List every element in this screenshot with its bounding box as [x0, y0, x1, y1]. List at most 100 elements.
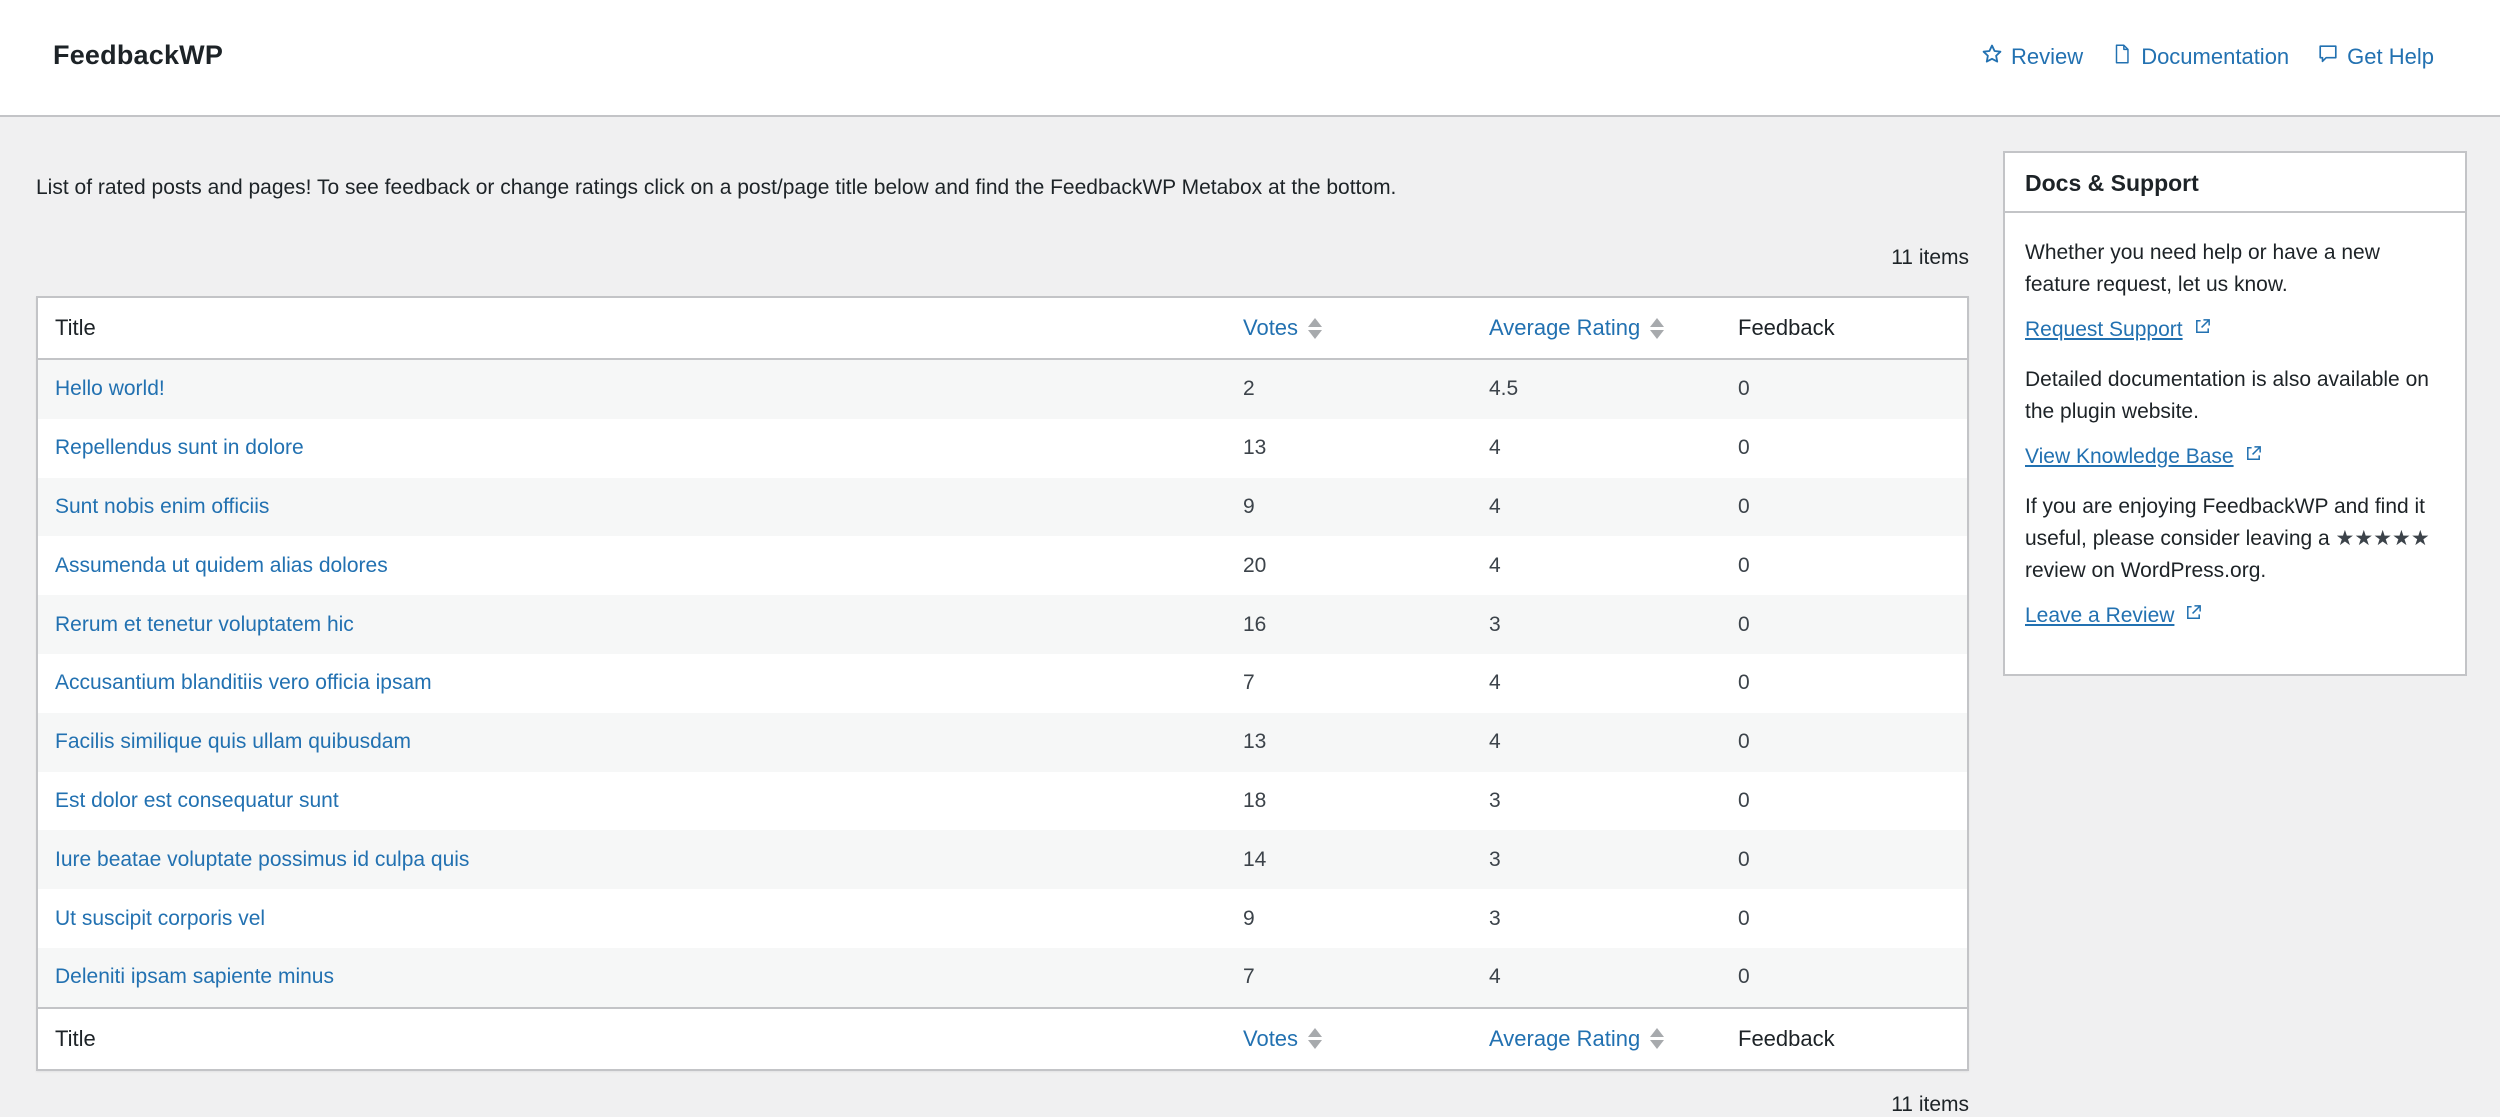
votes-cell: 16: [1243, 612, 1267, 636]
average-rating-cell: 3: [1489, 847, 1501, 871]
votes-cell: 20: [1243, 553, 1267, 577]
votes-cell: 9: [1243, 494, 1255, 518]
column-footer-average-rating[interactable]: Average Rating: [1489, 1025, 1665, 1052]
knowledge-base-link[interactable]: View Knowledge Base: [2025, 444, 2263, 469]
leave-review-label: Leave a Review: [2025, 603, 2175, 627]
average-rating-cell: 3: [1489, 906, 1501, 930]
column-footer-feedback: Feedback: [1738, 1025, 1835, 1051]
intro-text: List of rated posts and pages! To see fe…: [36, 176, 1397, 199]
table-row: Est dolor est consequatur sunt 18 3 0: [38, 771, 1967, 831]
column-header-votes[interactable]: Votes: [1243, 315, 1323, 341]
feedback-count-cell: 0: [1738, 612, 1750, 636]
rated-posts-table: Title Votes Average Rating Feedback Hell…: [36, 296, 1969, 1071]
header-links: Review Documentation Get Help: [1981, 43, 2434, 71]
average-rating-cell: 4.5: [1489, 377, 1519, 401]
column-footer-votes[interactable]: Votes: [1243, 1025, 1323, 1052]
sort-arrows-icon: [1308, 317, 1323, 339]
documentation-link-label: Documentation: [2141, 44, 2290, 69]
average-rating-cell: 4: [1489, 494, 1501, 518]
help-text: Whether you need help or have a new feat…: [2025, 241, 2380, 296]
average-rating-cell: 4: [1489, 553, 1501, 577]
votes-cell: 7: [1243, 965, 1255, 989]
column-header-average-rating[interactable]: Average Rating: [1489, 315, 1665, 341]
get-help-link-label: Get Help: [2347, 44, 2434, 69]
feedback-count-cell: 0: [1738, 436, 1750, 460]
average-rating-cell: 3: [1489, 788, 1501, 812]
average-rating-cell: 4: [1489, 965, 1501, 989]
post-title-link[interactable]: Assumenda ut quidem alias dolores: [55, 554, 388, 578]
five-stars-icon: ★★★★★: [2335, 527, 2430, 550]
feedback-count-cell: 0: [1738, 965, 1750, 989]
document-icon: [2111, 43, 2133, 71]
item-count-bottom: 11 items: [1891, 1093, 1969, 1116]
post-title-link[interactable]: Facilis similique quis ullam quibusdam: [55, 730, 411, 754]
table-row: Ut suscipit corporis vel 9 3 0: [38, 889, 1967, 948]
table-row: Rerum et tenetur voluptatem hic 16 3 0: [38, 595, 1967, 654]
table-row: Assumenda ut quidem alias dolores 20 4 0: [38, 536, 1967, 596]
post-title-link[interactable]: Ut suscipit corporis vel: [55, 907, 265, 931]
column-header-rating-label: Average Rating: [1489, 315, 1641, 340]
average-rating-cell: 3: [1489, 612, 1501, 636]
docs-support-body: Whether you need help or have a new feat…: [2005, 213, 2465, 650]
item-count-top: 11 items: [1891, 246, 1969, 269]
review-link-label: Review: [2011, 44, 2084, 69]
docs-text: Detailed documentation is also available…: [2025, 368, 2429, 423]
column-header-title: Title: [55, 315, 96, 340]
post-title-link[interactable]: Rerum et tenetur voluptatem hic: [55, 613, 354, 637]
table-row: Accusantium blanditiis vero officia ipsa…: [38, 653, 1967, 713]
review-link[interactable]: Review: [1981, 43, 2083, 71]
average-rating-cell: 4: [1489, 730, 1501, 754]
votes-cell: 13: [1243, 730, 1267, 754]
feedback-count-cell: 0: [1738, 730, 1750, 754]
votes-cell: 9: [1243, 906, 1255, 930]
table-footer: Title Votes Average Rating Feedback: [38, 1006, 1967, 1069]
average-rating-cell: 4: [1489, 436, 1501, 460]
table-body: Hello world! 2 4.5 0 Repellendus sunt in dol…: [38, 360, 1967, 1007]
docs-support-title: Docs & Support: [2005, 153, 2465, 213]
post-title-link[interactable]: Sunt nobis enim officiis: [55, 495, 269, 519]
table-row: Facilis similique quis ullam quibusdam 13…: [38, 712, 1967, 772]
column-footer-votes-label: Votes: [1243, 1025, 1299, 1051]
post-title-link[interactable]: Accusantium blanditiis vero officia ipsa…: [55, 671, 432, 695]
feedback-count-cell: 0: [1738, 847, 1750, 871]
post-title-link[interactable]: Hello world!: [55, 377, 165, 401]
column-header-votes-label: Votes: [1243, 315, 1299, 340]
table-row: Sunt nobis enim officiis 9 4 0: [38, 477, 1967, 537]
votes-cell: 7: [1243, 671, 1255, 695]
post-title-link[interactable]: Est dolor est consequatur sunt: [55, 789, 339, 813]
table-row: Iure beatae voluptate possimus id culpa …: [38, 830, 1967, 890]
knowledge-base-label: View Knowledge Base: [2025, 444, 2234, 468]
review-text: If you are enjoying FeedbackWP and find …: [2025, 491, 2445, 587]
request-support-link[interactable]: Request Support: [2025, 317, 2212, 342]
documentation-link[interactable]: Documentation: [2111, 43, 2289, 71]
docs-support-box: Docs & Support Whether you need help or …: [2003, 151, 2467, 676]
votes-cell: 14: [1243, 847, 1267, 871]
table-row: Deleniti ipsam sapiente minus 7 4 0: [38, 947, 1967, 1007]
get-help-link[interactable]: Get Help: [2317, 43, 2434, 71]
votes-cell: 2: [1243, 377, 1255, 401]
column-footer-title: Title: [55, 1025, 96, 1051]
sort-arrows-icon: [1650, 1028, 1665, 1050]
feedback-count-cell: 0: [1738, 788, 1750, 812]
column-header-feedback: Feedback: [1738, 315, 1835, 340]
column-footer-rating-label: Average Rating: [1489, 1025, 1641, 1051]
request-support-label: Request Support: [2025, 317, 2183, 341]
external-link-icon: [2244, 444, 2263, 469]
post-title-link[interactable]: Repellendus sunt in dolore: [55, 436, 304, 460]
votes-cell: 18: [1243, 788, 1267, 812]
post-title-link[interactable]: Iure beatae voluptate possimus id culpa …: [55, 848, 469, 872]
sort-arrows-icon: [1308, 1028, 1323, 1050]
leave-review-link[interactable]: Leave a Review: [2025, 603, 2203, 628]
sort-arrows-icon: [1650, 317, 1665, 339]
external-link-icon: [2193, 317, 2212, 342]
table-row: Repellendus sunt in dolore 13 4 0: [38, 418, 1967, 478]
table-row: Hello world! 2 4.5 0: [38, 360, 1967, 419]
top-header: FeedbackWP Review Documentation Get Help: [0, 0, 2500, 117]
speech-bubble-icon: [2317, 43, 2339, 71]
table-header: Title Votes Average Rating Feedback: [38, 298, 1967, 360]
post-title-link[interactable]: Deleniti ipsam sapiente minus: [55, 965, 334, 989]
feedback-count-cell: 0: [1738, 906, 1750, 930]
feedback-count-cell: 0: [1738, 377, 1750, 401]
external-link-icon: [2184, 603, 2203, 628]
review-text-after: review on WordPress.org.: [2025, 559, 2267, 582]
